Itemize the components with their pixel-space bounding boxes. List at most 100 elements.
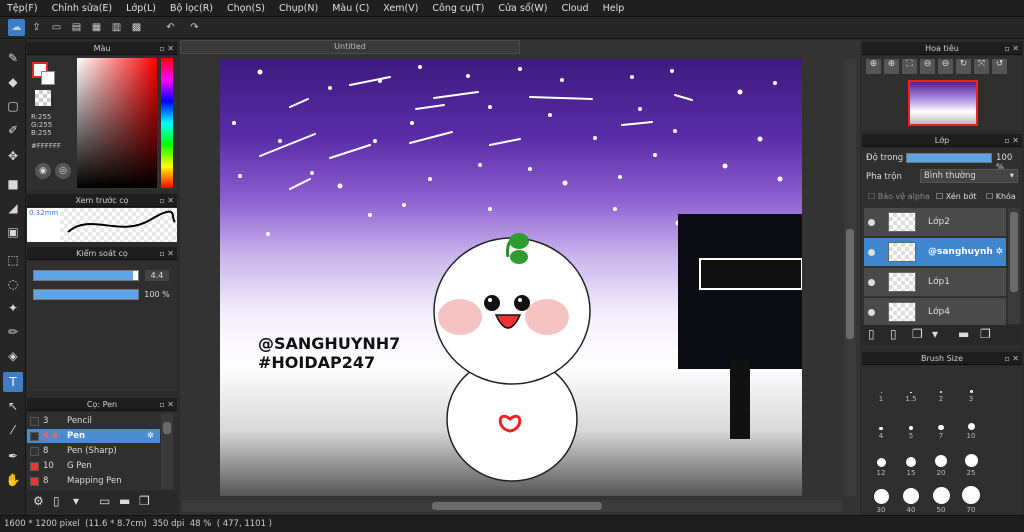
layer-opacity-slider[interactable] [906,153,992,163]
list-item[interactable]: 8 Mapping Pen [27,474,160,488]
flip-icon[interactable]: ↺ [992,59,1007,74]
list-item[interactable]: 3 Pencil [27,414,160,428]
pen-tool-icon[interactable]: ✐ [3,120,23,140]
redo-icon[interactable]: ↷ [186,19,203,36]
tiles-icon[interactable]: ▩ [128,19,145,36]
layer-row[interactable]: Lớp4 [864,298,1006,327]
lasso-icon[interactable]: ◌ [3,274,23,294]
zoom-out-icon[interactable]: ⊖ [920,59,935,74]
hue-slider[interactable] [161,58,173,188]
palette-alt-icon[interactable]: ◎ [55,163,71,179]
brush-size-cell[interactable]: 4 [866,405,896,441]
layer-row[interactable]: Lớp2 [864,208,1006,237]
zoom-fit-icon[interactable]: ⊕ [866,59,881,74]
menu-tools[interactable]: Công cụ(T) [425,3,491,14]
menu-file[interactable]: Tệp(F) [0,3,45,14]
zoom-in-icon[interactable]: ⊕ [884,59,899,74]
menu-window[interactable]: Cửa sổ(W) [491,3,554,14]
brush-size-cell[interactable]: 50 [926,479,956,515]
clip-checkbox[interactable]: ☐ Xén bớt [936,192,976,201]
dropper-icon[interactable]: ⁄ [3,420,23,440]
size-slider[interactable] [33,270,139,281]
brush-size-cell[interactable]: 2 [926,368,956,404]
hand-icon[interactable]: ✋ [3,470,23,490]
color-field[interactable] [77,58,157,188]
select-eraser-icon[interactable]: ◈ [3,346,23,366]
opacity-slider[interactable] [33,289,139,300]
add-layer-menu-icon[interactable]: ▾ [932,327,938,341]
panel-close-icon[interactable]: ▫ ✕ [159,42,174,55]
copy-brush-icon[interactable]: ▭ [99,494,110,508]
menu-edit[interactable]: Chỉnh sửa(E) [45,3,120,14]
list-item[interactable]: 4.4 Pen ✲ [27,429,160,443]
brush-size-cell[interactable]: 1 [866,368,896,404]
brush-size-cell[interactable]: 12 [866,442,896,478]
visibility-icon[interactable] [868,249,875,256]
menu-cloud[interactable]: Cloud [554,3,595,14]
panel-close-icon[interactable]: ▫ ✕ [1004,42,1019,55]
menu-capture[interactable]: Chụp(N) [272,3,325,14]
fill-rect-icon[interactable]: ■ [3,174,23,194]
artwork-canvas[interactable]: @SANGHUYNH7 #HOIDAP247 [220,59,802,496]
menu-layer[interactable]: Lớp(L) [119,3,163,14]
blend-mode-select[interactable]: Bình thường ▾ [920,169,1018,183]
palette-icon[interactable]: ◉ [35,163,51,179]
eyedropper-icon[interactable]: ✒ [3,446,23,466]
panel-close-icon[interactable]: ▫ ✕ [1004,134,1019,147]
visibility-icon[interactable] [868,279,875,286]
duplicate-icon[interactable]: ❐ [980,327,991,341]
brush-list-scrollbar[interactable] [161,414,173,489]
panel-icon[interactable]: ▤ [68,19,85,36]
list-item[interactable]: 10 G Pen [27,459,160,473]
actual-size-icon[interactable]: ⛶ [902,59,917,74]
menu-color[interactable]: Màu (C) [325,3,376,14]
comment-icon[interactable]: ▭ [48,19,65,36]
select-rect-icon[interactable]: ⬚ [3,250,23,270]
move-tool-icon[interactable]: ✥ [3,146,23,166]
new-layer-icon[interactable]: ▯ [868,327,875,341]
bucket-icon[interactable]: ◢ [3,198,23,218]
eraser-tool-icon[interactable]: ◆ [3,72,23,92]
gradient-icon[interactable]: ▣ [3,222,23,242]
layer-scrollbar[interactable] [1008,208,1020,324]
protect-alpha-checkbox[interactable]: ☐ Bảo vệ alpha [868,192,930,201]
brush-size-cell[interactable]: 30 [866,479,896,515]
brush-tool-icon[interactable]: ✎ [3,48,23,68]
canvas-hscrollbar[interactable] [182,500,842,512]
canvas-vscrollbar[interactable] [844,59,856,496]
menu-view[interactable]: Xem(V) [376,3,425,14]
list-item[interactable]: 8 Pen (Sharp) [27,444,160,458]
gear-icon[interactable]: ✲ [995,238,1003,267]
undo-icon[interactable]: ↶ [162,19,179,36]
brush-size-cell[interactable]: 5 [896,405,926,441]
rotate-icon[interactable]: ↻ [956,59,971,74]
menu-select[interactable]: Chọn(S) [220,3,272,14]
folder-icon[interactable]: ▬ [958,327,969,341]
zoom-minus-icon[interactable]: ⊖ [938,59,953,74]
tab-untitled[interactable]: Untitled [180,40,520,54]
bg-color-swatch[interactable] [41,71,55,85]
brush-size-cell[interactable]: 40 [896,479,926,515]
scroll-thumb[interactable] [846,229,854,339]
scroll-thumb[interactable] [1010,212,1018,292]
grid-icon[interactable]: ▦ [88,19,105,36]
scroll-thumb[interactable] [432,502,602,510]
operation-icon[interactable]: ↖ [3,396,23,416]
panel-close-icon[interactable]: ▫ ✕ [159,398,174,411]
layer-row[interactable]: @sanghuynh ✲ [864,238,1006,267]
brush-size-cell[interactable]: 25 [956,442,986,478]
copy-layer-icon[interactable]: ❐ [912,327,923,341]
duplicate-icon[interactable]: ❐ [139,494,150,508]
gear-icon[interactable]: ✲ [147,429,154,443]
menu-help[interactable]: Help [596,3,632,14]
brush-size-cell[interactable]: 10 [956,405,986,441]
transparent-swatch[interactable] [35,90,51,106]
panel-close-icon[interactable]: ▫ ✕ [159,194,174,207]
brush-size-cell[interactable]: 20 [926,442,956,478]
brush-size-cell[interactable]: 15 [896,442,926,478]
brush-size-cell[interactable]: 70 [956,479,986,515]
new-brush-icon[interactable]: ▯ [53,494,60,508]
visibility-icon[interactable] [868,309,875,316]
new-layer-alt-icon[interactable]: ▯ [890,327,897,341]
lock-checkbox[interactable]: ☐ Khóa [986,192,1016,201]
